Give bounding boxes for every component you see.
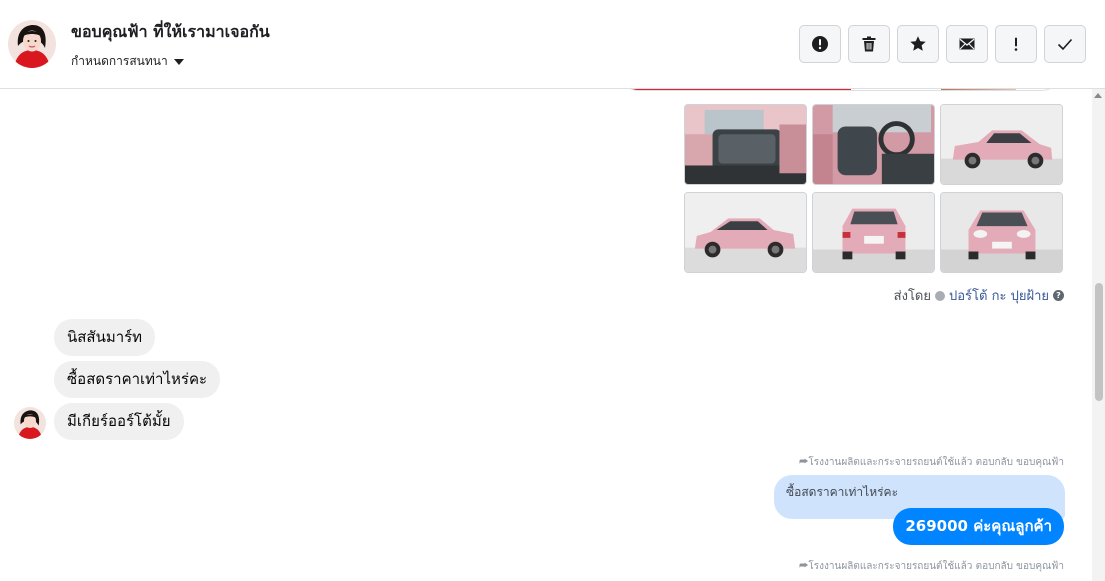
assign-conversation-dropdown[interactable]: กำหนดการสนทนา (71, 52, 184, 71)
assign-conversation-label: กำหนดการสนทนา (71, 54, 168, 68)
message-thread[interactable]: ส่งโดย ปอร์โต้ กะ ปุยฝ้าย ? นิสสันมาร์ท … (0, 89, 1092, 581)
exclamation-icon (1014, 37, 1018, 51)
car-exterior-photo (685, 193, 806, 272)
caret-down-icon (173, 58, 184, 65)
contact-avatar[interactable] (8, 20, 56, 68)
contact-name: ขอบคุณฟ้า ที่ให้เรามาเจอกัน (71, 22, 270, 41)
reply-context-text: โรงงานผลิตและกระจายรถยนต์ใช้แล้ว ตอบกลับ… (808, 561, 1064, 572)
verified-icon (935, 290, 945, 301)
sent-by-attribution: ส่งโดย ปอร์โต้ กะ ปุยฝ้าย ? (894, 285, 1064, 306)
alert-circle-icon (812, 36, 828, 52)
reply-context-label: ⮫โรงงานผลิตและกระจายรถยนต์ใช้แล้ว ตอบกลั… (799, 455, 1064, 470)
envelope-icon (959, 38, 975, 50)
conversation-header: ขอบคุณฟ้า ที่ให้เรามาเจอกัน กำหนดการสนทน… (0, 0, 1105, 89)
photo-thumbnail[interactable] (940, 104, 1063, 185)
report-button[interactable] (799, 25, 841, 63)
star-icon (910, 36, 926, 51)
photo-thumbnail[interactable] (684, 104, 807, 185)
previous-attachment-card[interactable] (620, 89, 1060, 91)
trash-icon (862, 36, 876, 52)
incoming-message-bubble[interactable]: นิสสันมาร์ท (54, 319, 156, 356)
sent-by-prefix: ส่งโดย (893, 289, 931, 304)
reply-context-text: โรงงานผลิตและกระจายรถยนต์ใช้แล้ว ตอบกลับ… (808, 457, 1064, 468)
star-button[interactable] (897, 25, 939, 63)
mark-done-button[interactable] (1044, 25, 1086, 63)
sent-by-author-link[interactable]: ปอร์โต้ กะ ปุยฝ้าย (949, 285, 1049, 306)
car-exterior-photo (941, 193, 1062, 272)
important-button[interactable] (995, 25, 1037, 63)
conversation-toolbar (799, 25, 1086, 63)
incoming-message-bubble[interactable]: มีเกียร์ออร์โต้มั้ย (54, 403, 184, 440)
previous-attachment-banner (621, 89, 851, 90)
mark-unread-button[interactable] (946, 25, 988, 63)
delete-button[interactable] (848, 25, 890, 63)
outgoing-message-bubble[interactable]: 269000 ค่ะคุณลูกค้า (893, 508, 1064, 545)
photo-thumbnail[interactable] (812, 104, 935, 185)
car-interior-photo (685, 105, 806, 184)
car-interior-photo (813, 105, 934, 184)
car-exterior-photo (813, 193, 934, 272)
photo-attachment-grid (684, 104, 1063, 273)
check-icon (1057, 38, 1073, 51)
contact-avatar-small[interactable] (14, 407, 46, 439)
previous-attachment-thumb (941, 89, 1016, 90)
car-exterior-photo (941, 105, 1062, 184)
photo-thumbnail[interactable] (812, 192, 935, 273)
help-icon[interactable]: ? (1053, 290, 1064, 301)
photo-thumbnail[interactable] (940, 192, 1063, 273)
scroll-up-arrow-icon[interactable] (1094, 93, 1102, 98)
reply-context-label: ⮫โรงงานผลิตและกระจายรถยนต์ใช้แล้ว ตอบกลั… (799, 559, 1064, 574)
photo-thumbnail[interactable] (684, 192, 807, 273)
scrollbar-thumb[interactable] (1095, 283, 1103, 401)
quoted-message-text: ซื้อสดราคาเท่าไหร่คะ (786, 485, 899, 499)
incoming-message-bubble[interactable]: ซื้อสดราคาเท่าไหร่คะ (54, 361, 221, 398)
